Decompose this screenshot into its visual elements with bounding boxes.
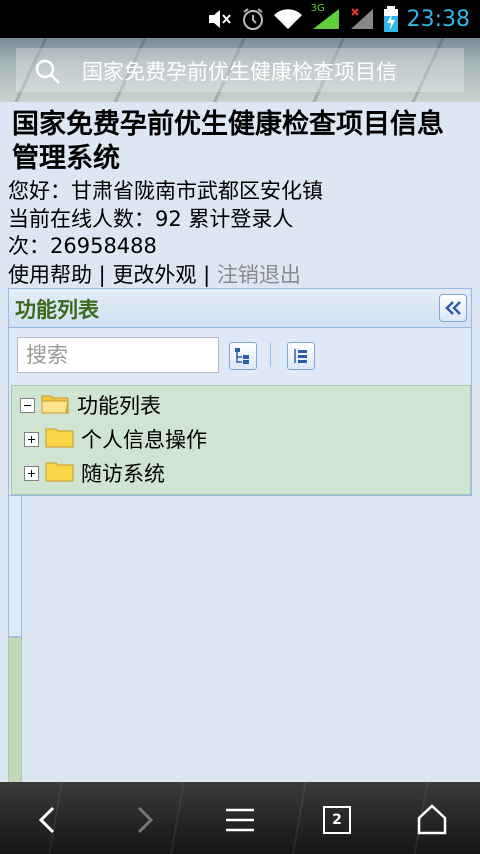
- search-icon: [34, 58, 62, 90]
- battery-charging-icon: [383, 6, 399, 32]
- forward-button[interactable]: [124, 800, 164, 840]
- link-separator: |: [196, 263, 217, 287]
- header-links: 使用帮助 | 更改外观 | 注销退出: [8, 259, 301, 289]
- greeting-text: 您好：甘肃省陇南市武都区安化镇: [8, 179, 323, 203]
- login-count-text: 次：26958488: [8, 234, 157, 258]
- expand-toggle-icon[interactable]: [24, 431, 39, 447]
- toolbar-separator: [270, 343, 271, 367]
- browser-toolbar: 国家免费孕前优生健康检查项目信: [0, 38, 480, 102]
- menu-icon: [226, 808, 254, 832]
- back-button[interactable]: [28, 800, 68, 840]
- change-theme-link[interactable]: 更改外观: [112, 263, 196, 287]
- tree-node-personal-info[interactable]: 个人信息操作: [24, 422, 207, 456]
- status-bar: 3G 23:38: [0, 0, 480, 38]
- signal-icon: 3G: [311, 3, 341, 31]
- function-tree: 功能列表 个人信息操作 随访系统: [11, 385, 471, 495]
- tree-node-label: 随访系统: [81, 462, 165, 486]
- home-icon: [417, 804, 447, 835]
- tree-expand-icon: [235, 348, 249, 364]
- tabs-button[interactable]: 2: [323, 806, 351, 834]
- panel-title: 功能列表: [15, 298, 99, 322]
- function-list-panel: 功能列表 搜索 功能列表 个人信息操作 随访系统: [8, 288, 472, 496]
- tree-node-root[interactable]: 功能列表: [20, 388, 161, 422]
- panel-toolbar: 搜索: [9, 328, 471, 384]
- help-link[interactable]: 使用帮助: [8, 263, 92, 287]
- search-input[interactable]: 搜索: [17, 337, 219, 373]
- network-type-label: 3G: [310, 3, 325, 14]
- panel-header: 功能列表: [9, 289, 471, 328]
- online-users-text: 当前在线人数：92 累计登录人: [8, 207, 294, 231]
- home-button[interactable]: [412, 800, 452, 840]
- wifi-icon: [273, 7, 303, 31]
- chevron-right-icon: [137, 806, 154, 834]
- frame-border: [8, 495, 22, 637]
- tree-node-followup[interactable]: 随访系统: [24, 456, 165, 490]
- signal-no-data-icon: [349, 7, 375, 31]
- folder-icon: [45, 425, 75, 454]
- status-time: 23:38: [406, 6, 470, 32]
- collapse-toggle-icon[interactable]: [20, 397, 35, 413]
- tree-collapse-icon: [294, 349, 307, 363]
- tree-node-label: 功能列表: [77, 394, 161, 418]
- logout-link[interactable]: 注销退出: [217, 263, 301, 287]
- mute-icon: [207, 8, 233, 30]
- folder-icon: [45, 459, 75, 488]
- frame-border: [8, 637, 22, 784]
- alarm-icon: [241, 7, 265, 31]
- tree-node-label: 个人信息操作: [81, 428, 207, 452]
- collapse-panel-button[interactable]: [439, 294, 467, 322]
- web-page: 国家免费孕前优生健康检查项目信息管理系统 您好：甘肃省陇南市武都区安化镇 当前在…: [0, 102, 480, 784]
- address-bar[interactable]: 国家免费孕前优生健康检查项目信: [16, 48, 464, 92]
- chevron-left-icon: [38, 806, 55, 834]
- menu-button[interactable]: [220, 800, 260, 840]
- page-title: 国家免费孕前优生健康检查项目信息管理系统: [12, 109, 444, 174]
- browser-bottom-bar: 2: [0, 782, 480, 854]
- content-frame-edge: [8, 495, 22, 784]
- folder-open-icon: [41, 391, 71, 420]
- expand-toggle-icon[interactable]: [24, 465, 39, 481]
- double-chevron-left-icon: [445, 301, 461, 315]
- address-text[interactable]: 国家免费孕前优生健康检查项目信: [82, 56, 458, 86]
- link-separator: |: [92, 263, 113, 287]
- collapse-all-button[interactable]: [287, 342, 315, 370]
- expand-all-button[interactable]: [229, 342, 257, 370]
